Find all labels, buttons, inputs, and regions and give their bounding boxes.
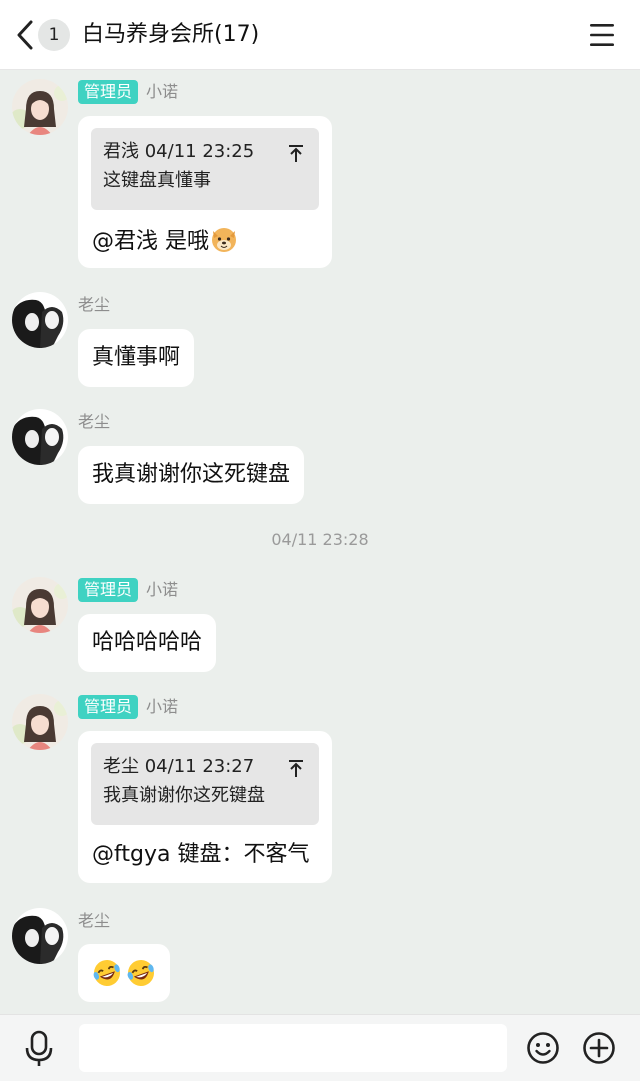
avatar-xiaonuo[interactable]: [12, 577, 68, 633]
message-text: 我真谢谢你这死键盘: [92, 462, 291, 487]
more-button[interactable]: [582, 1031, 616, 1065]
input-bar: [0, 1014, 640, 1081]
message-bubble[interactable]: 君浅 04/11 23:25 这键盘真懂事 @君浅 是哦: [78, 116, 332, 268]
message-text: 哈哈哈哈哈: [92, 630, 203, 655]
menu-button[interactable]: [588, 22, 616, 48]
rolling-laughing-emoji-icon: [126, 958, 156, 988]
dog-face-emoji-icon: [209, 224, 239, 254]
admin-badge: 管理员: [78, 695, 139, 719]
sender-name: 老尘: [78, 911, 111, 930]
message-bubble[interactable]: 老尘 04/11 23:27 我真谢谢你这死键盘 @ftgya 键盘：不客气: [78, 731, 332, 883]
chevron-left-icon: [17, 20, 33, 50]
chat-header: 1 白马养身会所(17): [0, 0, 640, 70]
sender-name: 小诺: [146, 697, 179, 716]
sender-row: 管理员 小诺: [78, 695, 178, 719]
sender-row: 管理员 小诺: [78, 80, 178, 104]
smiley-icon: [527, 1032, 559, 1064]
girl-avatar-icon: [12, 694, 68, 750]
message-bubble[interactable]: 我真谢谢你这死键盘: [78, 446, 305, 504]
sender-name: 老尘: [78, 412, 111, 431]
message-input[interactable]: [79, 1024, 507, 1072]
sender-row: 老尘: [78, 909, 110, 933]
message-text: @ftgya 键盘：不客气: [92, 842, 310, 867]
message-text: 真懂事啊: [92, 345, 181, 370]
avatar-xiaonuo[interactable]: [12, 79, 68, 135]
girl-avatar-icon: [12, 79, 68, 135]
quote-author-time: 老尘 04/11 23:27: [103, 756, 255, 777]
plus-circle-icon: [583, 1032, 615, 1064]
message-text-row: @君浅 是哦: [92, 224, 239, 258]
message-bubble[interactable]: 哈哈哈哈哈: [78, 614, 217, 672]
admin-badge: 管理员: [78, 578, 139, 602]
avatar-laochen[interactable]: [12, 292, 68, 348]
sketch-couple-avatar-icon: [12, 292, 68, 348]
avatar-laochen[interactable]: [12, 908, 68, 964]
unread-count-badge[interactable]: 1: [38, 19, 70, 51]
quote-author-time: 君浅 04/11 23:25: [103, 141, 255, 162]
jump-to-quote-icon[interactable]: [287, 757, 305, 777]
quote-text: 这键盘真懂事: [103, 170, 211, 191]
sender-name: 小诺: [146, 82, 179, 101]
jump-to-quote-icon[interactable]: [287, 142, 305, 162]
quoted-message[interactable]: 老尘 04/11 23:27 我真谢谢你这死键盘: [91, 743, 319, 825]
back-button[interactable]: [12, 18, 40, 52]
voice-button[interactable]: [22, 1030, 56, 1068]
sender-name: 老尘: [78, 295, 111, 314]
quoted-message[interactable]: 君浅 04/11 23:25 这键盘真懂事: [91, 128, 319, 210]
sender-row: 老尘: [78, 293, 110, 317]
message-text-row: @ftgya 键盘：不客气: [92, 839, 309, 871]
time-divider: 04/11 23:28: [271, 530, 369, 549]
microphone-icon: [25, 1030, 53, 1066]
emoji-button[interactable]: [526, 1031, 560, 1065]
quote-text: 我真谢谢你这死键盘: [103, 785, 265, 806]
admin-badge: 管理员: [78, 80, 139, 104]
sketch-couple-avatar-icon: [12, 409, 68, 465]
message-bubble[interactable]: 真懂事啊: [78, 329, 195, 387]
message-bubble[interactable]: [78, 944, 170, 1002]
rolling-laughing-emoji-icon: [92, 958, 122, 988]
avatar-laochen[interactable]: [12, 409, 68, 465]
sender-row: 老尘: [78, 410, 110, 434]
group-title: 白马养身会所(17): [82, 22, 260, 47]
sender-row: 管理员 小诺: [78, 578, 178, 602]
girl-avatar-icon: [12, 577, 68, 633]
avatar-xiaonuo[interactable]: [12, 694, 68, 750]
sketch-couple-avatar-icon: [12, 908, 68, 964]
sender-name: 小诺: [146, 580, 179, 599]
hamburger-menu-icon: [590, 24, 614, 46]
message-text: @君浅 是哦: [92, 229, 209, 254]
